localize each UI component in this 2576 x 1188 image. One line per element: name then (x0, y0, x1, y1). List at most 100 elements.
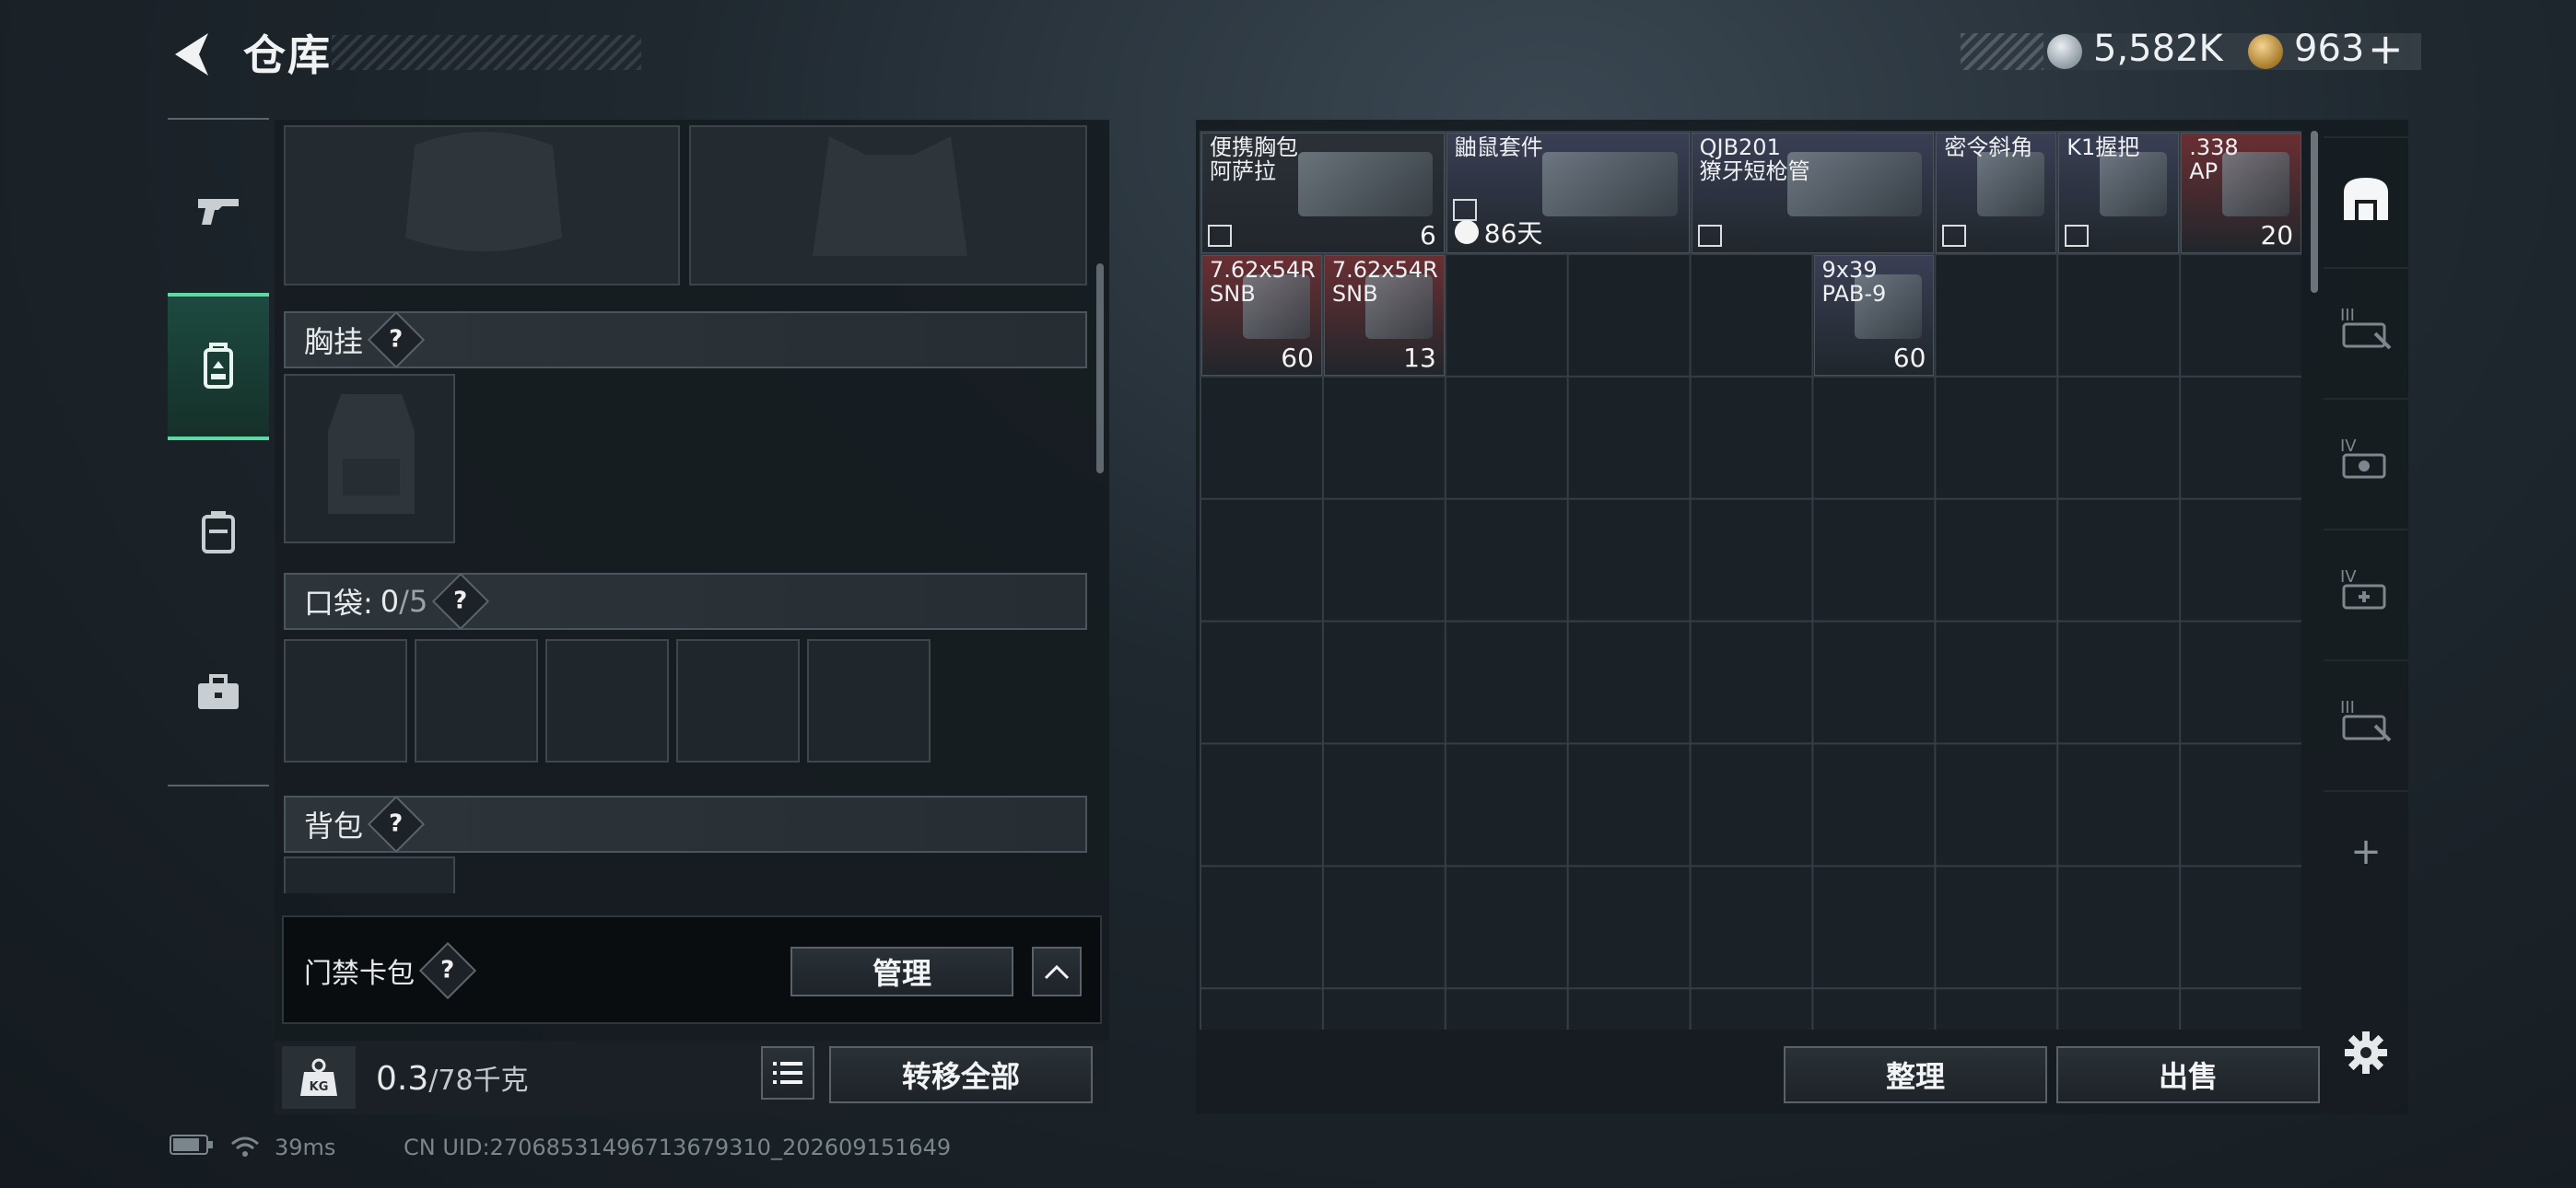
warehouse-icon (2344, 178, 2388, 220)
storage-tab-tier4a[interactable]: IV (2324, 398, 2408, 519)
item-name: 7.62x54R SNB (1331, 256, 1438, 307)
wifi-icon (230, 1135, 260, 1164)
item-name: 9x39 PAB-9 (1821, 256, 1887, 307)
tier-storage-icon: III (2340, 698, 2392, 742)
svg-text:III: III (2340, 306, 2355, 325)
help-icon[interactable]: ? (367, 795, 426, 854)
weight-icon: KG (282, 1046, 356, 1109)
storage-item[interactable]: K1握把 (2058, 133, 2180, 253)
unbound-icon (1942, 224, 1967, 247)
back-button[interactable] (168, 28, 216, 81)
clock-icon (1454, 219, 1479, 244)
unbound-icon (1697, 224, 1722, 247)
chest-rig-slot[interactable] (284, 374, 455, 543)
help-icon[interactable]: ? (432, 572, 490, 631)
sell-button[interactable]: 出售 (2056, 1046, 2320, 1103)
tab-weapons[interactable] (168, 136, 269, 284)
angled-grip-icon (1977, 152, 2045, 216)
storage-item[interactable]: 9x39 PAB-9 60 (1813, 254, 1935, 376)
chevron-up-icon (1044, 964, 1070, 980)
storage-item[interactable]: 密令斜角 (1936, 133, 2057, 253)
storage-item[interactable]: QJB201 獠牙短枪管 (1691, 133, 1935, 253)
pocket-slot[interactable] (284, 639, 407, 763)
list-icon (773, 1062, 802, 1084)
storage-item[interactable]: 便携胸包 阿萨拉 6 (1201, 133, 1445, 253)
pocket-slot[interactable] (545, 639, 669, 763)
item-quantity: 13 (1403, 342, 1436, 373)
sort-button[interactable]: 整理 (1784, 1046, 2047, 1103)
pocket-slot[interactable] (807, 639, 931, 763)
backpack-label: 背包 (304, 809, 364, 844)
pockets-label: 口袋: (304, 586, 373, 621)
storage-item[interactable]: .338 AP 20 (2181, 133, 2301, 253)
settings-button[interactable] (2324, 993, 2408, 1112)
equipment-scrollbar[interactable] (1096, 263, 1104, 473)
help-icon[interactable]: ? (418, 941, 477, 1000)
storage-item[interactable]: 鼬鼠套件 86天 (1446, 133, 1690, 253)
tier-storage-icon: IV (2340, 437, 2386, 479)
title-decoration (332, 35, 641, 70)
keycard-label: 门禁卡包 (304, 958, 415, 990)
storage-scrollbar[interactable] (2311, 131, 2318, 293)
svg-text:IV: IV (2340, 437, 2357, 456)
storage-tab-tier3[interactable]: III (2324, 267, 2408, 389)
chest-rig-header: 胸挂 ? (284, 310, 1087, 369)
add-storage-button[interactable]: + (2324, 790, 2408, 912)
item-quantity: 60 (1281, 342, 1314, 373)
chest-rig-silhouette-icon (328, 394, 415, 514)
backpack-slot[interactable] (284, 856, 455, 893)
item-quantity: 6 (1419, 219, 1436, 250)
list-view-button[interactable] (761, 1046, 814, 1100)
toolbox-icon (198, 674, 239, 709)
transfer-all-button[interactable]: 转移全部 (829, 1046, 1093, 1103)
uid-text: CN UID:27068531496713679310_202609151649 (404, 1135, 952, 1160)
backpack-header: 背包 ? (284, 795, 1087, 854)
storage-grid[interactable]: 便携胸包 阿萨拉 6 鼬鼠套件 86天 QJB201 獠牙短枪管 密令斜角 K1握把 .338… (1200, 131, 2301, 1030)
tier-storage-icon: IV (2340, 567, 2386, 610)
item-name: 便携胸包 阿萨拉 (1210, 134, 1298, 184)
svg-text:KG: KG (310, 1080, 329, 1094)
armor-slot[interactable] (284, 125, 680, 285)
back-arrow-icon (175, 33, 208, 76)
tier-storage-icon: III (2340, 306, 2392, 350)
tab-toolbox[interactable] (168, 619, 269, 766)
weight-value: 0.3 (376, 1060, 429, 1098)
collapse-button[interactable] (1032, 947, 1082, 996)
storage-item[interactable]: 7.62x54R SNB 60 (1201, 254, 1322, 376)
backpack-icon (202, 511, 235, 553)
item-quantity: 60 (1892, 342, 1926, 373)
item-quantity: 20 (2260, 219, 2294, 250)
chest-pack-icon (1297, 152, 1433, 216)
svg-text:IV: IV (2340, 567, 2357, 587)
tab-backpack[interactable] (168, 459, 269, 606)
vest-silhouette-icon (813, 136, 967, 256)
gear-icon (2345, 1031, 2387, 1074)
silver-coin-icon (2047, 34, 2082, 69)
item-expiry: 86天 (1454, 214, 1542, 250)
manage-button[interactable]: 管理 (790, 947, 1013, 996)
armor-silhouette-icon (405, 132, 562, 251)
ping-text: 39ms (275, 1135, 336, 1160)
gold-coin-icon (2248, 34, 2283, 69)
help-icon[interactable]: ? (367, 310, 426, 369)
storage-tab-tier4b[interactable]: IV (2324, 529, 2408, 650)
currency-decoration (1961, 33, 2043, 70)
add-currency-button[interactable]: + (2368, 24, 2404, 74)
storage-item[interactable]: 7.62x54R SNB 13 (1323, 254, 1445, 376)
storage-tab-main[interactable] (2324, 136, 2408, 258)
pocket-slot[interactable] (676, 639, 800, 763)
item-name: .338 AP (2189, 134, 2239, 184)
page-title: 仓库 (243, 30, 332, 80)
item-name: 鼬鼠套件 (1454, 134, 1543, 160)
item-name: 密令斜角 (1944, 134, 2033, 160)
pistol-icon (198, 199, 239, 225)
helmet-slot[interactable] (689, 125, 1087, 285)
unbound-icon (1208, 224, 1232, 247)
keycard-label-wrap: 门禁卡包 ? (304, 941, 477, 1000)
battery-icon (170, 1135, 214, 1160)
tab-gear[interactable] (168, 293, 269, 440)
storage-tab-tier3b[interactable]: III (2324, 659, 2408, 781)
silver-balance: 5,582K (2093, 28, 2223, 70)
pocket-slot[interactable] (415, 639, 538, 763)
keycard-bar: 门禁卡包 ? 管理 (282, 915, 1102, 1024)
